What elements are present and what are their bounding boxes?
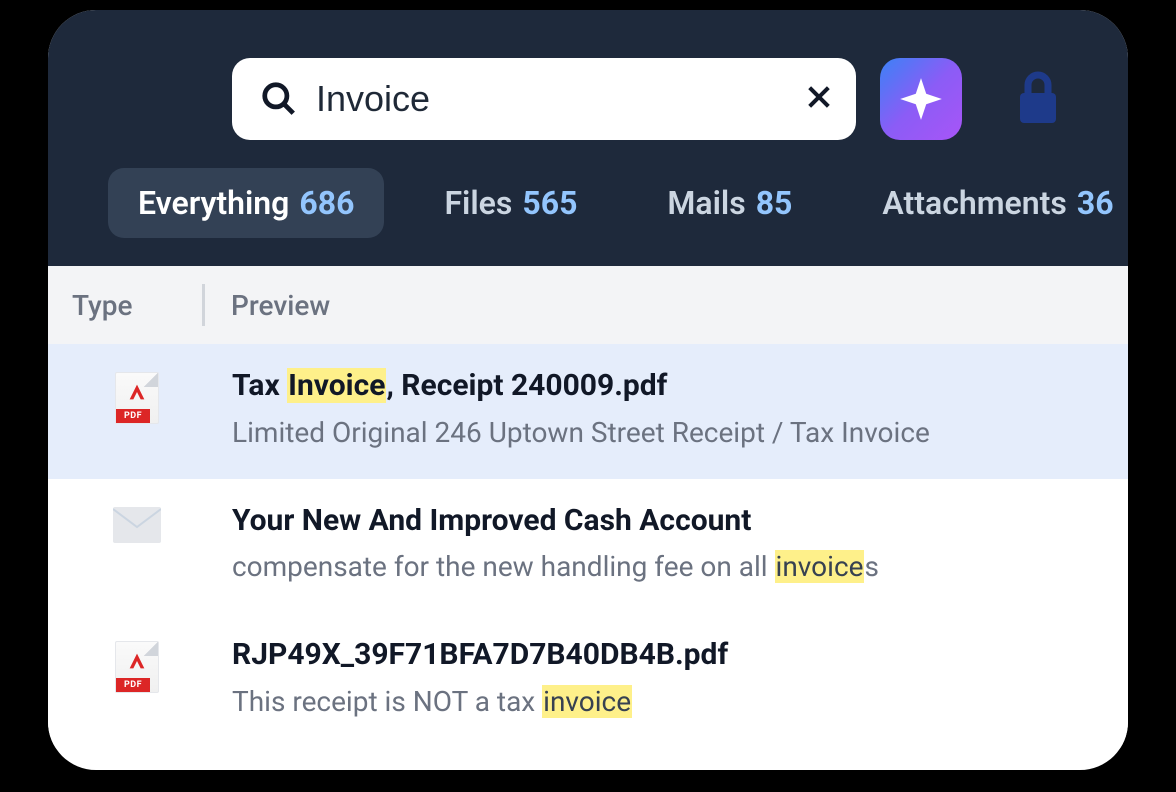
clear-search-button[interactable] <box>799 77 839 121</box>
result-row[interactable]: Your New And Improved Cash Account compen… <box>48 479 1128 614</box>
result-icon-cell: PDF <box>72 366 202 424</box>
app-header: Everything 686 Files 565 Mails 85 Attachments 3… <box>48 10 1128 266</box>
search-icon <box>260 80 298 118</box>
sparkle-icon <box>896 74 946 124</box>
result-title: Your New And Improved Cash Account <box>232 501 1104 542</box>
tab-count: 686 <box>299 184 354 222</box>
ai-sparkle-button[interactable] <box>880 58 962 140</box>
tab-attachments[interactable]: Attachments 36 <box>852 168 1128 238</box>
column-header-preview[interactable]: Preview <box>231 289 330 322</box>
tab-mails[interactable]: Mails 85 <box>637 168 822 238</box>
tab-label: Mails <box>667 184 745 222</box>
filter-tabs: Everything686Files565Mails85Attachments3… <box>96 168 1080 238</box>
close-icon <box>803 81 835 113</box>
result-icon-cell: PDF <box>72 635 202 693</box>
result-content: Tax Invoice, Receipt 240009.pdf Limited O… <box>202 366 1104 452</box>
search-row <box>96 58 1080 140</box>
column-header-type[interactable]: Type <box>72 289 202 322</box>
result-title: Tax Invoice, Receipt 240009.pdf <box>232 366 1104 407</box>
tab-files[interactable]: Files 565 <box>414 168 607 238</box>
search-input[interactable] <box>316 78 781 120</box>
tab-everything[interactable]: Everything 686 <box>108 168 384 238</box>
tab-label: Attachments <box>882 184 1066 222</box>
result-content: Your New And Improved Cash Account compen… <box>202 501 1104 587</box>
tab-count: 36 <box>1077 184 1114 222</box>
result-icon-cell <box>72 501 202 547</box>
tab-label: Everything <box>138 184 289 222</box>
results-list: PDF Tax Invoice, Receipt 240009.pdf Limite… <box>48 344 1128 748</box>
column-divider <box>202 284 205 326</box>
pdf-file-icon: PDF <box>115 372 159 424</box>
lock-icon <box>1014 69 1062 125</box>
result-content: RJP49X_39F71BFA7D7B40DB4B.pdf This receip… <box>202 635 1104 721</box>
search-app-window: Everything 686 Files 565 Mails 85 Attachments 3… <box>48 10 1128 770</box>
result-row[interactable]: PDF RJP49X_39F71BFA7D7B40DB4B.pdf This rec… <box>48 613 1128 748</box>
result-preview: Limited Original 246 Uptown Street Recei… <box>232 413 1104 452</box>
tab-count: 85 <box>756 184 793 222</box>
result-preview: compensate for the new handling fee on a… <box>232 547 1104 586</box>
column-headers: Type Preview <box>48 266 1128 344</box>
search-box[interactable] <box>232 58 856 140</box>
mail-icon <box>113 507 161 547</box>
tab-label: Files <box>444 184 512 222</box>
tab-count: 565 <box>522 184 577 222</box>
result-row[interactable]: PDF Tax Invoice, Receipt 240009.pdf Limite… <box>48 344 1128 479</box>
pdf-file-icon: PDF <box>115 641 159 693</box>
lock-button[interactable] <box>1014 69 1062 129</box>
result-title: RJP49X_39F71BFA7D7B40DB4B.pdf <box>232 635 1104 676</box>
result-preview: This receipt is NOT a tax invoice <box>232 682 1104 721</box>
